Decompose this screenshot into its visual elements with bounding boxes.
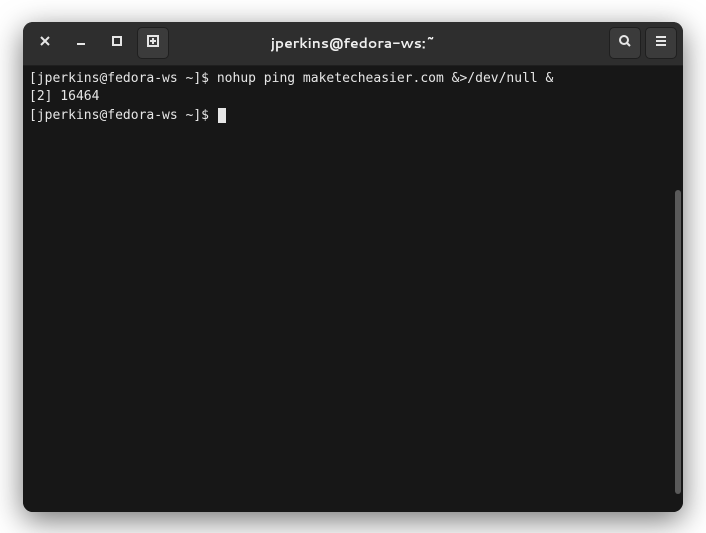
cursor-icon [218,108,226,123]
maximize-button[interactable] [101,27,133,59]
hamburger-icon [653,32,669,55]
new-tab-icon [145,32,161,55]
terminal-area: [jperkins@fedora-ws ~]$ nohup ping maket… [23,66,683,512]
scrollbar-thumb[interactable] [675,190,681,493]
search-button[interactable] [609,27,641,59]
search-icon [617,32,633,55]
close-button[interactable] [29,27,61,59]
minimize-button[interactable] [65,27,97,59]
new-tab-button[interactable] [137,27,169,59]
terminal-window: jperkins@fedora-ws:~ [jperkins@fedora-ws… [23,22,683,512]
titlebar-right-controls [609,27,677,59]
menu-button[interactable] [645,27,677,59]
terminal-line: [jperkins@fedora-ws ~]$ nohup ping maket… [29,70,667,89]
close-icon [37,32,53,55]
terminal-prompt-text: [jperkins@fedora-ws ~]$ [29,108,217,123]
titlebar: jperkins@fedora-ws:~ [23,22,683,66]
minimize-icon [73,32,89,55]
window-title: jperkins@fedora-ws:~ [271,33,435,53]
terminal-line: [2] 16464 [29,88,667,107]
maximize-icon [109,32,125,55]
titlebar-left-controls [29,27,169,59]
scrollbar[interactable] [673,66,683,512]
terminal-line: [jperkins@fedora-ws ~]$ [29,107,667,126]
terminal-content[interactable]: [jperkins@fedora-ws ~]$ nohup ping maket… [23,66,673,512]
